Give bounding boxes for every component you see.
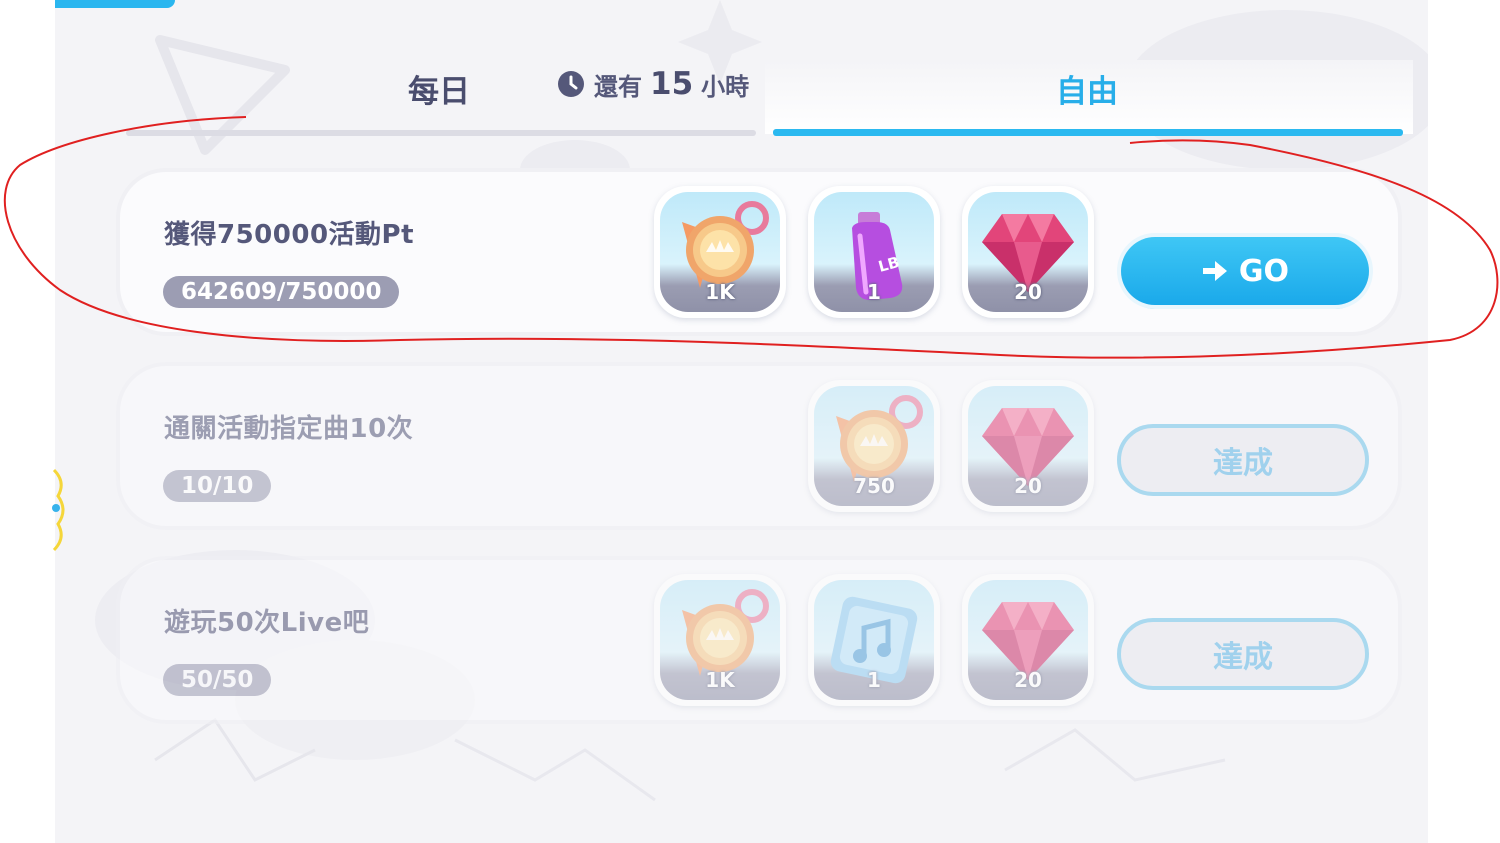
side-decoration <box>52 468 65 552</box>
top-accent-bar <box>55 0 175 8</box>
reward-quantity: 20 <box>1014 280 1042 304</box>
arrow-right-icon <box>1202 261 1227 281</box>
reward-quantity: 1 <box>867 668 881 692</box>
mission-progress-badge: 10/10 <box>163 470 272 502</box>
go-button-label: GO <box>1238 253 1290 289</box>
mission-card: 獲得750000活動Pt 642609/750000 1K LB 1 20 GO <box>120 172 1398 332</box>
reward-quantity: 1 <box>867 280 881 304</box>
clock-icon <box>558 71 584 97</box>
reward-quantity: 20 <box>1014 474 1042 498</box>
tab-free-underline <box>773 129 1403 136</box>
reward-slot[interactable]: 1K <box>654 574 786 706</box>
timer-value: 15 <box>650 66 694 102</box>
reward-quantity: 20 <box>1014 668 1042 692</box>
timer-prefix: 還有 <box>594 72 642 101</box>
reward-slot[interactable]: 20 <box>962 380 1094 512</box>
reward-slot[interactable]: 750 <box>808 380 940 512</box>
mission-title: 通關活動指定曲10次 <box>164 414 414 444</box>
timer-suffix: 小時 <box>701 72 750 101</box>
tab-daily-underline <box>126 130 756 136</box>
reward-quantity: 750 <box>853 474 895 498</box>
reward-slot[interactable]: 1 <box>808 574 940 706</box>
mission-progress-badge: 50/50 <box>163 664 272 696</box>
go-button[interactable]: GO <box>1121 237 1369 305</box>
mission-progress-badge: 642609/750000 <box>163 276 400 308</box>
tab-daily[interactable]: 每日 <box>408 66 470 111</box>
reset-timer: 還有 15 小時 <box>556 66 749 102</box>
mission-title: 獲得750000活動Pt <box>164 220 415 250</box>
reward-quantity: 1K <box>705 280 735 304</box>
completed-button[interactable]: 達成 <box>1117 618 1369 690</box>
reward-slot[interactable]: LB 1 <box>808 186 940 318</box>
mission-card: 遊玩50次Live吧 50/50 1K 1 20 達成 <box>120 560 1398 720</box>
tab-free[interactable]: 自由 <box>1056 66 1118 111</box>
mission-title: 遊玩50次Live吧 <box>164 608 370 638</box>
mission-card: 通關活動指定曲10次 10/10 750 20 達成 <box>120 366 1398 526</box>
reward-quantity: 1K <box>705 668 735 692</box>
completed-button[interactable]: 達成 <box>1117 424 1369 496</box>
reward-slot[interactable]: 1K <box>654 186 786 318</box>
reward-slot[interactable]: 20 <box>962 186 1094 318</box>
reward-slot[interactable]: 20 <box>962 574 1094 706</box>
